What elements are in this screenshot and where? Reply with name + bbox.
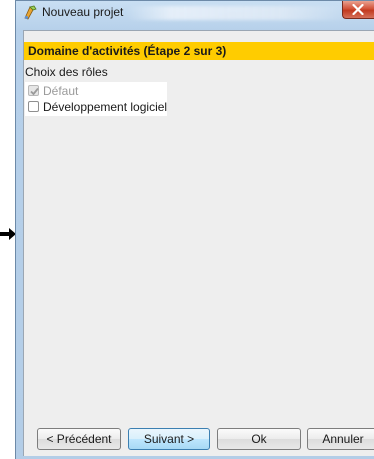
checkmark-icon (30, 87, 39, 96)
app-icon (24, 5, 37, 20)
role-item-default: Défaut (25, 83, 167, 99)
arrow-pointer-icon (0, 228, 16, 240)
roles-list: Défaut Développement logiciel (25, 82, 167, 116)
close-icon (352, 4, 364, 15)
default-role-label: Défaut (43, 84, 79, 98)
previous-button[interactable]: < Précédent (37, 428, 121, 450)
title-bar[interactable]: Nouveau projet (16, 1, 374, 25)
close-button[interactable] (342, 1, 374, 19)
roles-label: Choix des rôles (25, 65, 108, 79)
blurred-background-title (126, 6, 351, 20)
step-header: Domaine d'activités (Étape 2 sur 3) (24, 42, 374, 60)
default-role-checkbox (28, 85, 39, 96)
software-development-label[interactable]: Développement logiciel (43, 100, 167, 114)
window-title: Nouveau projet (42, 5, 124, 19)
role-item-software-development[interactable]: Développement logiciel (25, 99, 167, 115)
next-button[interactable]: Suivant > (128, 428, 210, 450)
cancel-button[interactable]: Annuler (307, 428, 374, 450)
new-project-dialog: Nouveau projet Domaine d'activités (Étap… (15, 0, 374, 459)
software-development-checkbox[interactable] (28, 101, 39, 112)
ok-button[interactable]: Ok (217, 428, 301, 450)
wizard-content: Domaine d'activités (Étape 2 sur 3) Choi… (23, 30, 374, 456)
